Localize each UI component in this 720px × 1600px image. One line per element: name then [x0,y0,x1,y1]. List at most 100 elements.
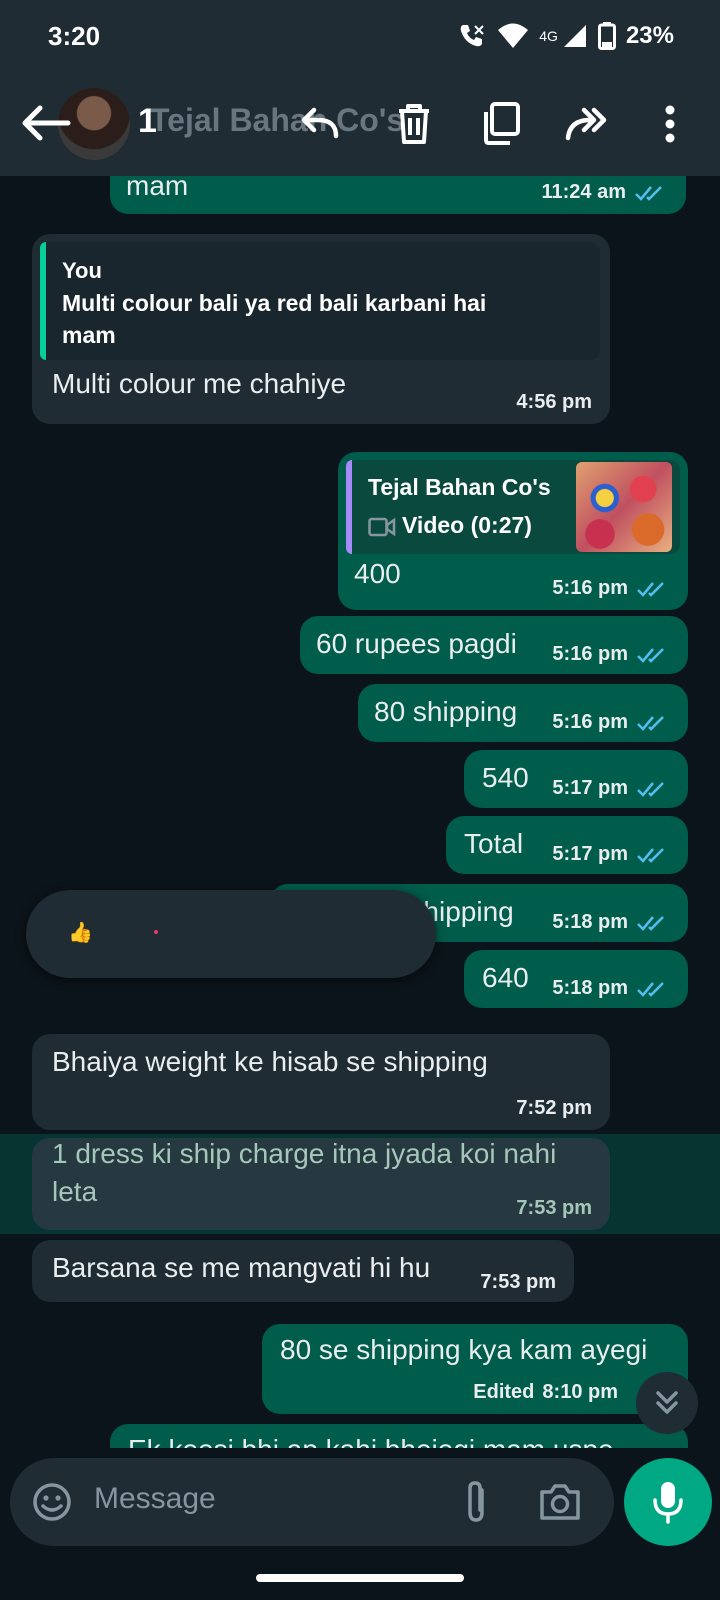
message-meta: 5:16 pm [552,711,670,734]
contact-name: Tejal Bahan Co's [150,102,405,138]
message-input-bar[interactable]: Message [10,1458,614,1546]
message-outgoing[interactable]: Ek koesi bhi ap kahi bhejegi mam uspe [110,1424,688,1448]
video-icon [368,517,396,537]
message-text: 640 [482,962,529,993]
message-time: 5:18 pm [552,977,628,999]
message-incoming[interactable]: Bhaiya weight ke hisab se shipping 7:52 … [32,1034,610,1130]
message-meta: 5:17 pm [552,777,670,800]
message-time: 5:16 pm [552,643,628,665]
message-outgoing[interactable]: 80 shipping 5:16 pm [358,684,688,742]
quote-author: Tejal Bahan Co's [368,474,551,500]
selected-count: 1 [138,102,157,140]
message-text: Multi colour me chahiye [52,368,347,399]
more-vert-icon[interactable] [646,100,694,148]
quote-text-2: mam [62,322,116,348]
reaction-dot [154,930,158,934]
message-meta: 5:17 pm [552,843,670,866]
message-outgoing[interactable]: 60 rupees pagdi 5:16 pm [300,616,688,674]
mic-icon [653,1482,683,1524]
network-type: 4G [539,28,558,44]
message-meta: 5:16 pm [552,643,670,666]
message-time: 8:10 pm [542,1381,618,1403]
attach-icon[interactable] [462,1480,492,1524]
message-time: 7:53 pm [516,1197,592,1219]
message-outgoing[interactable]: Total 5:17 pm [446,816,688,874]
quote-media-label: Video (0:27) [402,512,532,538]
status-icons: 4G 23% [457,22,674,50]
message-meta: 5:18 pm [552,977,670,1000]
read-ticks-icon [637,847,664,863]
message-text: 60 rupees pagdi [316,628,517,659]
message-text-2: leta [52,1176,98,1207]
message-time: 5:16 pm [552,577,628,599]
emoji-icon[interactable] [32,1482,72,1522]
chevron-double-down-icon [656,1391,678,1414]
message-text: 80 se shipping kya kam ayegi [280,1334,648,1365]
copy-icon[interactable] [478,100,526,148]
read-ticks-icon [637,781,664,797]
message-time: 11:24 am [541,181,626,203]
home-gesture-handle[interactable] [256,1574,464,1582]
back-arrow-icon[interactable] [16,98,76,148]
read-ticks-icon [637,981,664,997]
edited-label: Edited [473,1381,535,1403]
read-ticks-icon [635,185,662,201]
video-thumbnail[interactable] [576,462,672,552]
navigation-bar [0,1556,720,1600]
message-time: 5:17 pm [552,777,628,799]
message-meta: 7:53 pm [516,1197,592,1220]
battery-icon [597,22,616,50]
chat-messages[interactable]: mam 11:24 am You Multi colour bali ya re… [0,176,720,1448]
message-input[interactable]: Message [94,1482,216,1516]
message-meta: 11:24 am [541,181,668,204]
message-time: 7:52 pm [516,1097,592,1119]
message-text: Barsana se me mangvati hi hu [52,1252,431,1283]
delete-icon[interactable] [390,100,438,148]
message-text: 80 shipping [374,696,518,727]
message-text: Ek koesi bhi ap kahi bhejegi mam uspe [128,1434,614,1448]
quote-bar [346,460,352,554]
read-ticks-icon [637,715,664,731]
message-text: Bhaiya weight ke hisab se shipping [52,1046,488,1077]
status-bar: 3:20 4G 23% [0,0,720,72]
camera-icon[interactable] [538,1482,582,1522]
message-meta: 5:16 pm [552,577,670,600]
message-meta: 7:53 pm [480,1271,556,1294]
read-ticks-icon [637,915,664,931]
message-text: 540 [482,762,529,793]
message-meta: 7:52 pm [516,1097,592,1120]
forward-icon[interactable] [564,100,612,148]
message-meta: 4:56 pm [516,391,592,414]
voice-record-button[interactable] [624,1458,712,1546]
message-text: mam [126,176,189,201]
message-incoming[interactable]: You Multi colour bali ya red bali karban… [32,234,610,424]
message-text: 1 dress ki ship charge itna jyada koi na… [52,1138,557,1169]
message-outgoing[interactable]: 80 se shipping kya kam ayegi Edited 8:10… [262,1324,688,1414]
message-time: 5:18 pm [552,911,628,933]
message-text: 400 [354,558,401,589]
message-time: 4:56 pm [516,391,592,413]
message-text: Total [464,828,524,859]
reply-icon[interactable] [296,100,344,148]
quoted-message[interactable]: You Multi colour bali ya red bali karban… [40,242,600,360]
quoted-video[interactable]: Tejal Bahan Co's Video (0:27) [346,460,680,554]
signal-icon [563,25,586,47]
reaction-bar[interactable]: 👍 [26,890,436,978]
message-outgoing[interactable]: 540 5:17 pm [464,750,688,808]
message-incoming-selected[interactable]: 1 dress ki ship charge itna jyada koi na… [32,1138,610,1230]
message-outgoing[interactable]: 640 5:18 pm [464,950,688,1008]
message-time: 7:53 pm [480,1271,556,1293]
chat-header: Tejal Bahan Co's 1 [0,72,720,176]
message-time: 5:16 pm [552,711,628,733]
message-outgoing[interactable]: mam 11:24 am [110,176,686,214]
scroll-to-bottom-button[interactable] [636,1372,698,1434]
reaction-thumbs-up[interactable]: 👍 [68,920,93,945]
message-outgoing[interactable]: Tejal Bahan Co's Video (0:27) 400 5:16 p… [338,452,688,610]
wifi-calling-icon [461,25,484,47]
quote-bar [40,242,46,360]
wifi-icon [498,23,529,48]
quote-author: You [62,258,102,283]
message-incoming[interactable]: Barsana se me mangvati hi hu 7:53 pm [32,1240,574,1302]
read-ticks-icon [637,581,664,597]
message-meta: 5:18 pm [552,911,670,934]
